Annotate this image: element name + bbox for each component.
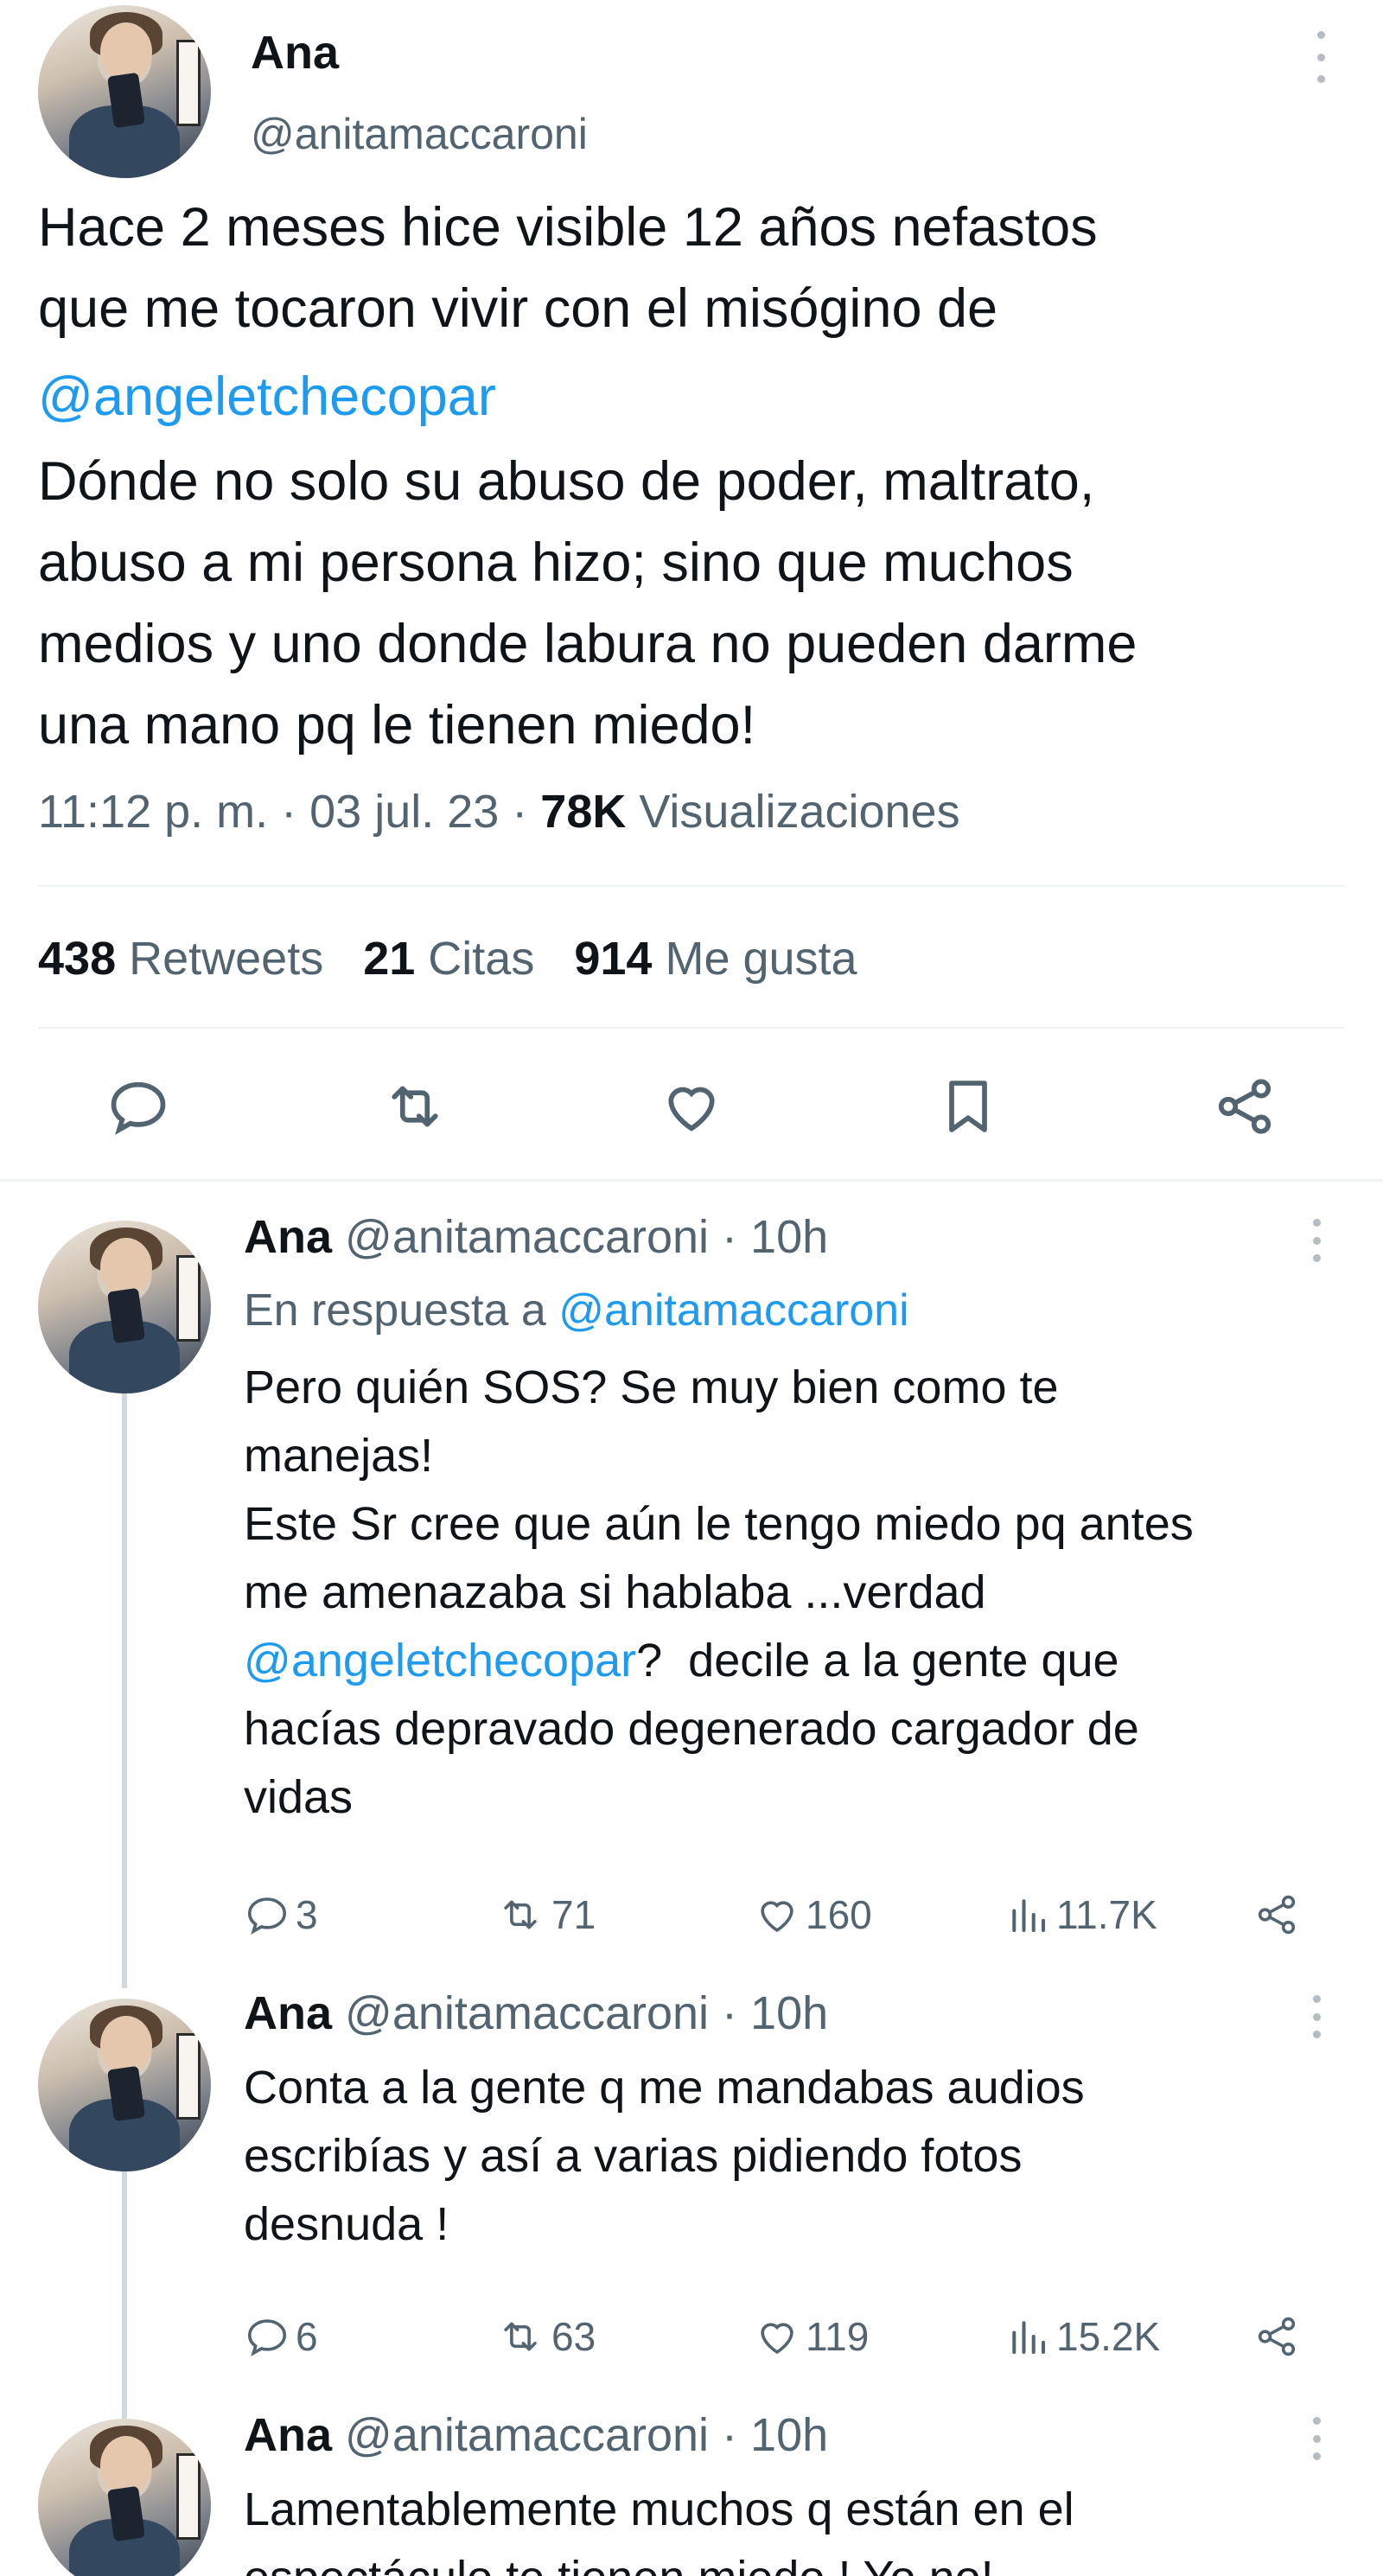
quotes-stat[interactable]: 21 Citas	[363, 932, 534, 985]
reply-avatar[interactable]	[38, 2419, 211, 2576]
retweet-count: 63	[551, 2314, 596, 2359]
retweet-icon[interactable]	[372, 1063, 458, 1150]
reply-header: Ana @anitamaccaroni · 10h	[244, 1210, 828, 1264]
share-button[interactable]	[1253, 1891, 1300, 1938]
reply-icon[interactable]	[95, 1063, 182, 1150]
share-icon	[1258, 2317, 1296, 2356]
tweet-text-line-1: Hace 2 meses hice visible 12 años nefast…	[38, 197, 1098, 258]
share-icon	[1258, 1895, 1296, 1935]
author-handle[interactable]: @anitamaccaroni	[251, 109, 588, 159]
reply-avatar[interactable]	[38, 1999, 211, 2171]
reply-mention-link[interactable]: @angeletchecopar	[244, 1635, 636, 1687]
reply-text-end: hacías depravado degenerado cargador de …	[244, 1703, 1139, 1823]
views-label: Visualizaciones	[626, 786, 960, 838]
retweet-icon	[504, 1900, 537, 1929]
reply-avatar[interactable]	[38, 1221, 211, 1393]
divider	[38, 885, 1345, 887]
views-count: 15.2K	[1056, 2314, 1161, 2359]
reply-tweet[interactable]: Ana @anitamaccaroni · 10h Lamentablement…	[0, 2408, 1383, 2576]
reply-text: Lamentablemente muchos q están en el	[244, 2484, 1074, 2535]
reply-time[interactable]: · 10h	[709, 1211, 828, 1263]
reply-author-handle[interactable]: @anitamaccaroni	[345, 1987, 709, 2039]
more-options-icon[interactable]	[1303, 1219, 1329, 1262]
reply-tweet[interactable]: Ana @anitamaccaroni · 10h En respuesta a…	[0, 1210, 1383, 1988]
retweets-stat[interactable]: 438 Retweets	[38, 932, 323, 985]
tweet-timestamp[interactable]: 11:12 p. m. · 03 jul. 23 ·	[38, 786, 540, 838]
share-button[interactable]	[1253, 2313, 1300, 2360]
share-icon[interactable]	[1201, 1063, 1288, 1150]
like-count: 160	[806, 1892, 872, 1937]
replying-to: En respuesta a @anitamaccaroni	[244, 1285, 909, 1336]
reply-icon	[247, 1897, 287, 1935]
more-options-icon[interactable]	[1303, 2417, 1329, 2460]
reply-icon	[247, 2319, 287, 2356]
bookmark-icon[interactable]	[925, 1063, 1011, 1150]
divider	[38, 1027, 1345, 1029]
reply-time[interactable]: · 10h	[709, 2409, 828, 2461]
retweet-icon	[504, 2322, 537, 2351]
retweet-count: 71	[551, 1892, 596, 1937]
views-count: 78K	[540, 786, 627, 838]
divider	[0, 1179, 1383, 1182]
reply-button[interactable]: 6	[244, 2313, 318, 2360]
tweet-stats: 438 Retweets 21 Citas 914 Me gusta	[38, 932, 857, 985]
author-avatar[interactable]	[38, 5, 211, 178]
likes-stat[interactable]: 914 Me gusta	[574, 932, 857, 985]
like-icon	[761, 1901, 793, 1933]
reply-author-name[interactable]: Ana	[244, 2409, 332, 2461]
reply-author-name[interactable]: Ana	[244, 1987, 332, 2039]
replying-to-handle[interactable]: @anitamaccaroni	[558, 1285, 908, 1336]
reply-action-bar: 6 63 119 15.2K	[244, 2313, 1324, 2374]
reply-tweet[interactable]: Ana @anitamaccaroni · 10h Conta a la gen…	[0, 1986, 1383, 2419]
reply-text: Conta a la gente q me mandabas audios es…	[244, 2062, 1085, 2250]
tweet-text-body: Dónde no solo su abuso de poder, maltrat…	[38, 451, 1138, 756]
reply-action-bar: 3 71 160 11.7K	[244, 1891, 1324, 1952]
views-icon	[1012, 1899, 1046, 1933]
retweet-button[interactable]: 71	[494, 1891, 596, 1938]
tweet-text-line-2: que me tocaron vivir con el misógino de	[38, 278, 998, 339]
tweet-meta: 11:12 p. m. · 03 jul. 23 · 78K Visualiza…	[38, 785, 960, 838]
reply-header: Ana @anitamaccaroni · 10h	[244, 1986, 828, 2040]
like-icon	[761, 2323, 793, 2355]
views-button[interactable]: 15.2K	[1004, 2313, 1160, 2360]
reply-count: 6	[296, 2314, 318, 2359]
thread-line	[122, 1392, 127, 1988]
author-name[interactable]: Ana	[251, 26, 339, 80]
like-button[interactable]: 160	[754, 1891, 872, 1938]
reply-button[interactable]: 3	[244, 1891, 318, 1938]
reply-text-mention-line: @angeletchecopar? decile a la gente que	[244, 1635, 1119, 1687]
more-options-icon[interactable]	[1303, 1995, 1329, 2038]
like-button[interactable]: 119	[754, 2313, 869, 2360]
like-icon[interactable]	[648, 1063, 735, 1150]
reply-count: 3	[296, 1892, 318, 1937]
views-button[interactable]: 11.7K	[1004, 1891, 1157, 1938]
reply-text: Pero quién SOS? Se muy bien como te mane…	[244, 1361, 1194, 1618]
tweet-action-bar	[0, 1063, 1383, 1150]
retweet-button[interactable]: 63	[494, 2313, 596, 2360]
reply-text-cut: espectáculo te tienen miedo ! Yo no!	[244, 2544, 1333, 2576]
like-count: 119	[806, 2314, 870, 2359]
reply-header: Ana @anitamaccaroni · 10h	[244, 2408, 828, 2462]
reply-author-handle[interactable]: @anitamaccaroni	[345, 2409, 709, 2461]
more-options-icon[interactable]	[1303, 31, 1338, 83]
views-count: 11.7K	[1056, 1892, 1157, 1937]
views-icon	[1012, 2321, 1046, 2355]
reply-time[interactable]: · 10h	[709, 1987, 828, 2039]
reply-author-name[interactable]: Ana	[244, 1211, 332, 1263]
tweet-mention-link[interactable]: @angeletchecopar	[38, 356, 496, 437]
thread-line	[122, 2168, 127, 2419]
reply-author-handle[interactable]: @anitamaccaroni	[345, 1211, 709, 1263]
